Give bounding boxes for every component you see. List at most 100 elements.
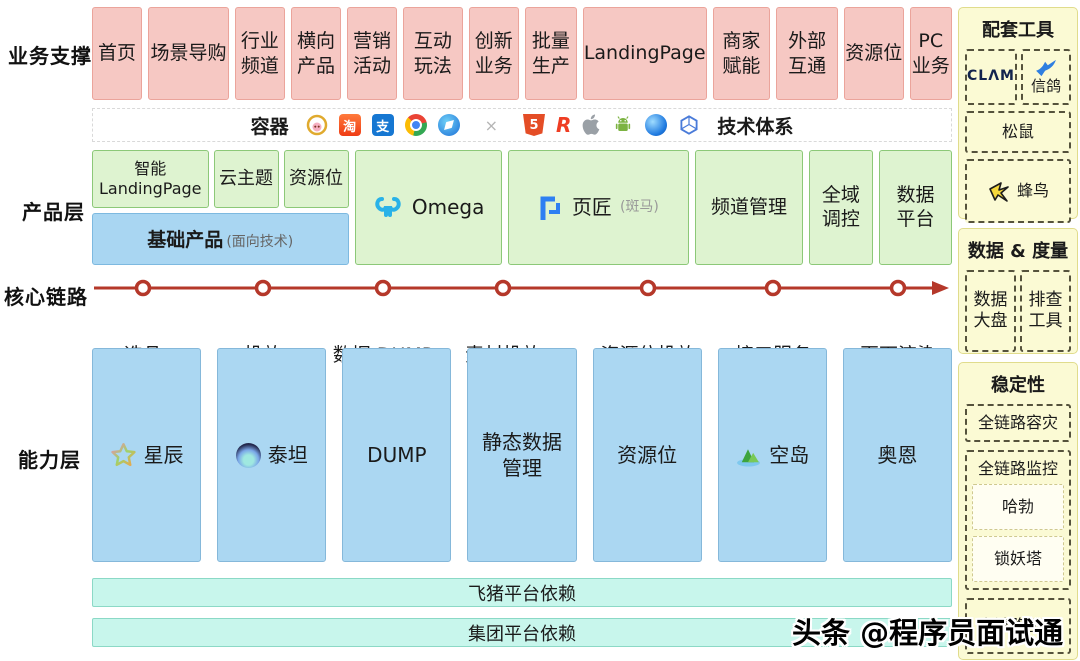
- product-box-omega: Omega: [355, 150, 502, 265]
- product-box-smart-landing: 智能 LandingPage: [92, 150, 209, 208]
- biz-box-home: 首页: [92, 7, 142, 100]
- biz-box-external-interop: 外部 互通: [776, 7, 838, 100]
- base-product-box: 基础产品 (面向技术): [92, 213, 349, 265]
- clam-logo: CLΛM: [967, 68, 1015, 86]
- capability-box-titan: 泰坦: [217, 348, 326, 562]
- capability-label: 资源位: [617, 442, 677, 468]
- tools-title: 配套工具: [965, 16, 1071, 42]
- taobao-glyph: 淘: [343, 116, 356, 135]
- pigeon-icon: [1034, 59, 1058, 77]
- fengniao-box: 蜂鸟: [965, 159, 1071, 223]
- monitor-label: 全链路监控: [972, 459, 1064, 479]
- product-box-data-platform: 数据 平台: [879, 150, 952, 265]
- habo-box: 哈勃: [972, 484, 1064, 530]
- biz-box-scene-guide: 场景导购: [148, 7, 229, 100]
- capability-box-static-data: 静态数据 管理: [467, 348, 576, 562]
- base-product-note: (面向技术): [226, 231, 293, 251]
- monitor-box: 全链路监控 哈勃 锁妖塔: [965, 450, 1071, 590]
- xinge-box: 信鸽: [1021, 49, 1071, 105]
- capability-label: DUMP: [367, 442, 426, 468]
- fliggy-icon: [306, 114, 328, 136]
- biz-box-resource-slot: 资源位: [844, 7, 904, 100]
- product-box-yejiang: 页匠 (斑马): [508, 150, 690, 265]
- biz-box-merchant-enable: 商家 赋能: [713, 7, 771, 100]
- yejiang-icon: [538, 195, 564, 221]
- html5-icon: 5: [523, 114, 545, 136]
- product-box-resource-slot: 资源位: [284, 150, 349, 208]
- chrome-icon: [405, 114, 427, 136]
- taobao-icon: 淘: [339, 114, 361, 136]
- row-label-business-support: 业务支撑: [8, 40, 92, 69]
- product-left-stack: 智能 LandingPage 云主题 资源位 基础产品 (面向技术): [92, 150, 349, 265]
- capability-label: 奥恩: [877, 442, 917, 468]
- capability-box-resource-slot: 资源位: [593, 348, 702, 562]
- capability-box-kongdao: 空岛: [718, 348, 827, 562]
- alipay-icon: 支: [372, 114, 394, 136]
- container-label: 容器: [251, 112, 289, 139]
- troubleshoot-box: 排查 工具: [1020, 270, 1071, 352]
- android-icon: [612, 114, 634, 136]
- xinge-label: 信鸽: [1031, 77, 1061, 96]
- fengniao-label: 蜂鸟: [1017, 181, 1049, 201]
- architecture-diagram: 业务支撑 产品层 核心链路 能力层 首页 场景导购 行业 频道 横向 产品 营销…: [0, 0, 1080, 661]
- biz-box-batch-production: 批量 生产: [525, 7, 577, 100]
- biz-box-industry-channel: 行业 频道: [235, 7, 285, 100]
- omega-icon: [372, 195, 404, 221]
- capability-label: 静态数据 管理: [482, 429, 562, 481]
- apple-icon: [582, 114, 601, 136]
- star-icon: [110, 442, 137, 469]
- biz-box-pc: PC 业务: [910, 7, 952, 100]
- section-tools: 配套工具 CLΛM 信鸽 松鼠 蜂鸟: [958, 7, 1078, 219]
- watermark: 头条 @程序员面试通: [792, 610, 1063, 652]
- product-box-global-control: 全域 调控: [809, 150, 873, 265]
- capability-label: 星辰: [144, 442, 184, 468]
- biz-box-horizontal-product: 横向 产品: [291, 7, 341, 100]
- rax-icon: R: [556, 113, 571, 137]
- capability-label: 空岛: [769, 442, 809, 468]
- capability-box-dump: DUMP: [342, 348, 451, 562]
- biz-box-landingpage: LandingPage: [583, 7, 707, 100]
- core-chain-line: [92, 272, 952, 302]
- row-label-capability-layer: 能力层: [18, 444, 81, 473]
- blue-globe-icon: [645, 114, 667, 136]
- alipay-glyph: 支: [376, 116, 389, 135]
- business-support-row: 首页 场景导购 行业 频道 横向 产品 营销 活动 互动 玩法 创新 业务 批量…: [92, 7, 952, 100]
- container-tech-bar: 容器 淘 支 × 5 R 技术体系: [92, 108, 952, 142]
- product-box-cloud-theme: 云主题: [214, 150, 279, 208]
- section-data-metrics: 数据 & 度量 数据 大盘 排查 工具: [958, 228, 1078, 354]
- capability-box-aoen: 奥恩: [843, 348, 952, 562]
- omega-label: Omega: [412, 195, 484, 220]
- capability-layer-row: 星辰 泰坦 DUMP 静态数据 管理 资源位 空岛 奥恩: [92, 348, 952, 562]
- divider-x: ×: [485, 116, 498, 135]
- titan-icon: [236, 443, 261, 468]
- capability-box-xingchen: 星辰: [92, 348, 201, 562]
- suoyaota-box: 锁妖塔: [972, 536, 1064, 582]
- biz-box-marketing: 营销 活动: [347, 7, 397, 100]
- product-layer-row: 智能 LandingPage 云主题 资源位 基础产品 (面向技术) Omega…: [92, 150, 952, 265]
- core-chain-labels: 选品 投放 数据 DUMP 素材投放 资源位投放 接口服务 页面渲染: [92, 306, 952, 332]
- tech-label: 技术体系: [717, 112, 793, 139]
- hummingbird-icon: [987, 179, 1013, 203]
- island-icon: [735, 444, 762, 467]
- capability-label: 泰坦: [268, 442, 308, 468]
- html5-glyph: 5: [529, 118, 538, 133]
- stability-title: 稳定性: [965, 371, 1071, 397]
- biz-box-interactive: 互动 玩法: [403, 7, 463, 100]
- data-dashboard-box: 数据 大盘: [965, 270, 1016, 352]
- disaster-box: 全链路容灾: [965, 404, 1071, 442]
- yejiang-note: (斑马): [620, 199, 659, 217]
- songshu-box: 松鼠: [965, 111, 1071, 153]
- clam-box: CLΛM: [965, 49, 1017, 105]
- safari-icon: [438, 114, 460, 136]
- biz-box-innovation: 创新 业务: [469, 7, 519, 100]
- yejiang-label: 页匠: [572, 195, 612, 220]
- row-label-product-layer: 产品层: [22, 196, 85, 225]
- cube-icon: [678, 114, 700, 136]
- fliggy-platform-bar: 飞猪平台依赖: [92, 578, 952, 607]
- data-metrics-title: 数据 & 度量: [965, 237, 1071, 263]
- product-box-channel-mgmt: 频道管理: [695, 150, 803, 265]
- row-label-core-chain: 核心链路: [4, 281, 88, 310]
- base-product-label: 基础产品: [147, 214, 223, 266]
- core-chain-row: 选品 投放 数据 DUMP 素材投放 资源位投放 接口服务 页面渲染: [92, 272, 952, 334]
- rax-glyph: R: [556, 113, 571, 137]
